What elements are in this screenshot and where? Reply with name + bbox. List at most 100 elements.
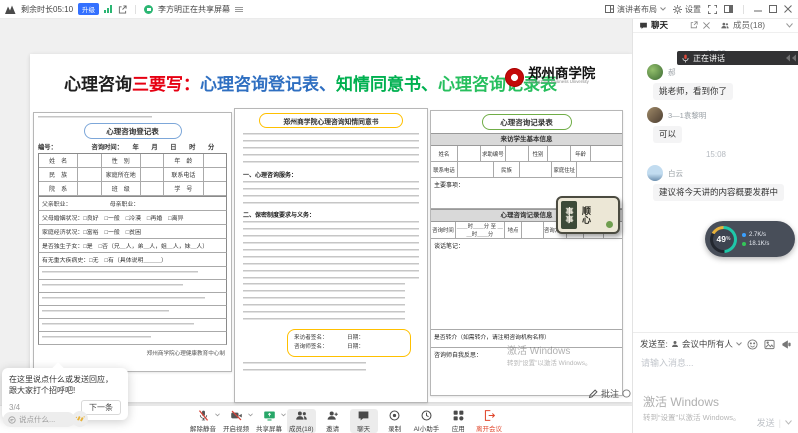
top-status-bar: 剩余时长05:10 升级 李方明正在共享屏幕 演讲者布局 设置 [0, 0, 798, 19]
settings-button[interactable]: 设置 [673, 4, 701, 15]
image-icon[interactable] [764, 339, 775, 350]
form-row: 有无重大疾病史：□无 □有（具体说明＿＿＿） [38, 253, 227, 267]
members-button[interactable]: 成员(18) [287, 409, 316, 433]
app-logo-icon [5, 5, 16, 14]
consent-paragraph [243, 133, 419, 167]
chevron-down-icon[interactable] [736, 342, 742, 346]
upgrade-badge[interactable]: 升级 [78, 3, 99, 15]
layout-switch-button[interactable]: 演讲者布局 [605, 4, 666, 15]
chat-icon [357, 409, 370, 422]
ai-assistant-button[interactable]: AI小助手 [412, 409, 442, 433]
university-name-en: Zhengzhou Business University [528, 80, 589, 84]
speaking-label: 正在讲话 [693, 53, 725, 64]
sharing-status-label: 李方明正在共享屏幕 [158, 4, 230, 15]
record-icon [388, 409, 401, 422]
download-dot-icon [742, 242, 746, 246]
gear-icon [673, 5, 682, 14]
ai-assistant-icon [420, 409, 433, 422]
leave-door-icon [483, 409, 496, 422]
form-footer: 郑州商学院心理健康教育中心制 [34, 349, 225, 357]
person-icon [671, 340, 679, 348]
send-button[interactable]: 发送 [757, 416, 775, 429]
close-button[interactable] [784, 5, 792, 13]
message-bubble: 可以 [653, 126, 682, 143]
avatar[interactable] [647, 64, 663, 80]
upload-rate: 2.7K/s [749, 232, 766, 238]
maximize-button[interactable] [769, 5, 777, 13]
message-bubble: 建议将今天讲的内容概要发群中 [653, 184, 784, 201]
sender-name: 白云 [668, 168, 683, 179]
tab-chat[interactable]: 聊天 [639, 19, 668, 31]
consent-paragraph [243, 221, 419, 283]
sharing-menu-icon[interactable] [235, 6, 243, 13]
close-panel-icon[interactable] [703, 22, 710, 29]
screen-sharing-indicator-icon [144, 5, 153, 14]
consent-form: 郑州商学院心理咨询知情同意书 一、心理咨询服务： 二、保密制度要求与义务： 来访… [234, 108, 428, 403]
chat-message: 3—1袁黎明 可以 [633, 107, 798, 143]
university-emblem-icon [505, 68, 524, 87]
apps-button[interactable]: 应用 [444, 409, 472, 433]
windows-activation-watermark: 激活 Windows 转到“设置”以激活 Windows。 [507, 342, 592, 367]
apps-grid-icon [452, 409, 465, 422]
counselor-signature-line: 咨询师签名： 日期： [294, 343, 404, 352]
reaction-button[interactable] [72, 411, 88, 427]
share-link-icon[interactable] [118, 5, 127, 14]
sticker-leaf-icon [606, 221, 613, 228]
chevron-down-icon [215, 413, 220, 417]
registration-info-grid: 姓 名 性 别 年 龄 民 族 家庭所在地 联系电话 院 系 班 级 学 号 [38, 153, 227, 197]
quick-chat-input[interactable]: 说点什么... [3, 412, 75, 427]
consent-section-1: 一、心理咨询服务： [243, 170, 419, 179]
emoji-icon[interactable] [747, 339, 758, 350]
chevron-down-icon[interactable] [786, 23, 793, 28]
tab-members[interactable]: 成员(18) [720, 19, 765, 31]
avatar[interactable] [647, 107, 663, 123]
registration-form: 心理咨询登记表 编号： 咨询时间： 年 月 日 时 分 姓 名 性 别 年 龄 … [33, 112, 232, 372]
chat-button[interactable]: 聊天 [350, 409, 378, 433]
slide-title: 心理咨询三要写：心理咨询登记表、知情同意书、心理咨询记录表 [64, 70, 557, 95]
consent-form-title: 郑州商学院心理咨询知情同意书 [259, 113, 403, 128]
leave-meeting-button[interactable]: 离开会议 [476, 409, 502, 433]
presentation-slide: 心理咨询三要写：心理咨询登记表、知情同意书、心理咨询记录表 郑州商学院 Zhen… [30, 54, 632, 402]
send-divider: | [779, 418, 781, 428]
consent-paragraph [243, 362, 366, 374]
university-logo: 郑州商学院 Zhengzhou Business University [505, 67, 626, 87]
network-signal-icon[interactable] [104, 5, 113, 13]
camera-off-icon [230, 409, 243, 422]
form-row [38, 267, 227, 280]
invite-button[interactable]: 邀请 [319, 409, 347, 433]
cpu-gauge: 49% [710, 226, 737, 253]
send-target-selector[interactable]: 会议中所有人 [682, 338, 733, 350]
session-notes-field: 谈话笔记： [431, 239, 622, 330]
members-tab-icon [720, 21, 730, 30]
unmute-button[interactable]: 解除静音 [188, 409, 218, 433]
record-button[interactable]: 录制 [381, 409, 409, 433]
chat-compose-area: 发送至: 会议中所有人 请输入消息... 激活 Windows 转到“设置”以激… [633, 332, 798, 433]
chevron-down-icon[interactable] [785, 420, 792, 425]
tooltip-next-button[interactable]: 下一条 [81, 400, 121, 415]
performance-widget[interactable]: 49% 2.7K/s 18.1K/s [705, 221, 795, 257]
share-screen-button[interactable]: 共享屏幕 [254, 409, 284, 433]
consent-paragraph [243, 283, 405, 323]
minimize-button[interactable] [754, 5, 762, 13]
download-rate: 18.1K/s [749, 241, 769, 247]
shared-screen-area: 心理咨询三要写：心理咨询登记表、知情同意书、心理咨询记录表 郑州商学院 Zhen… [0, 18, 632, 405]
start-video-button[interactable]: 开启视频 [221, 409, 251, 433]
message-bubble: 姚老师，看到你了 [653, 83, 733, 100]
sticker-text-right: 顺心 [579, 206, 593, 224]
quick-chat-placeholder: 说点什么... [19, 414, 55, 425]
chat-message: 白云 建议将今天讲的内容概要发群中 [633, 165, 798, 201]
annotate-button[interactable]: 批注 [588, 387, 631, 400]
announcement-icon[interactable] [781, 339, 792, 350]
registration-form-meta: 编号： 咨询时间： 年 月 日 时 分 [38, 142, 227, 151]
invite-person-icon [326, 409, 339, 422]
avatar[interactable] [647, 165, 663, 181]
chevron-down-icon [660, 7, 666, 11]
visitor-signature-line: 来访者签名： 日期： [294, 334, 404, 343]
chat-tab-icon [639, 21, 648, 30]
sender-name: 郝 [668, 67, 676, 78]
fullscreen-icon[interactable] [708, 5, 717, 14]
side-panel-icon[interactable] [724, 5, 733, 13]
pop-out-icon[interactable] [690, 21, 698, 29]
pencil-icon [588, 389, 598, 399]
message-input[interactable]: 请输入消息... [633, 350, 798, 375]
